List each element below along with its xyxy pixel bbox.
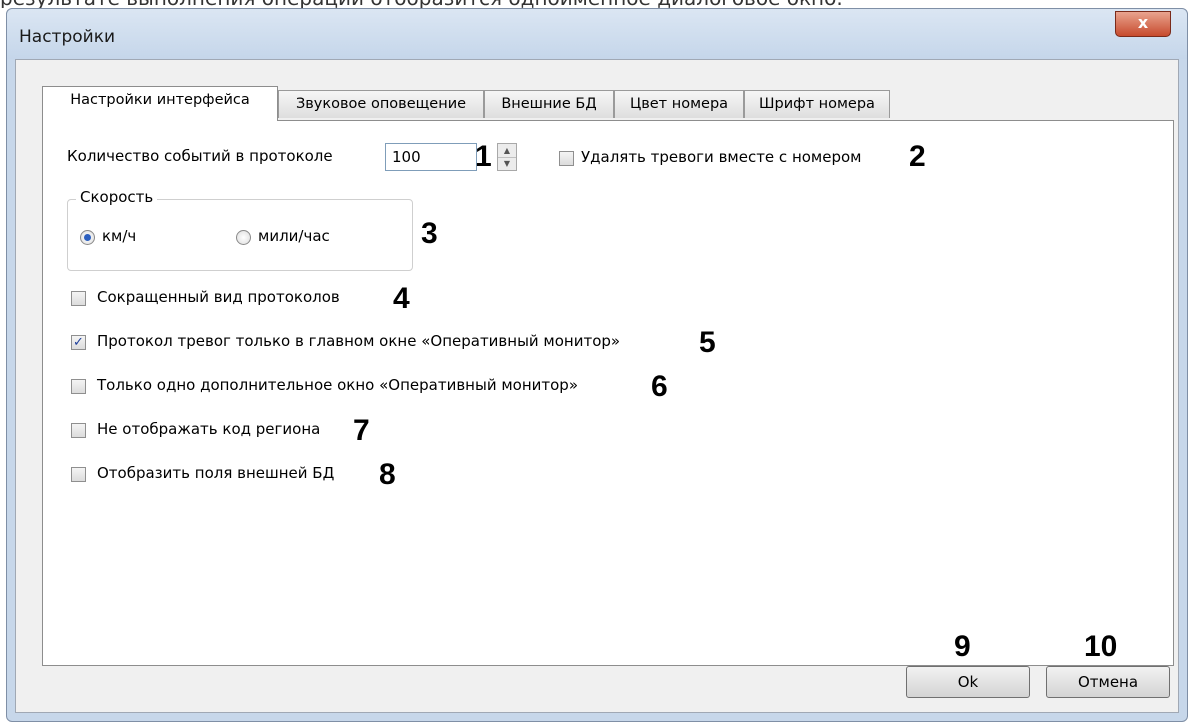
cancel-button[interactable]: Отмена <box>1046 666 1170 698</box>
hide-region-code-label: Не отображать код региона <box>97 420 321 438</box>
callout-3: 3 <box>421 217 438 250</box>
hide-region-code-checkbox[interactable] <box>71 423 86 438</box>
speed-mph-label: мили/час <box>258 227 330 245</box>
alarm-protocol-main-checkbox[interactable]: ✓ <box>71 335 86 350</box>
tab-sound-alerts[interactable]: Звуковое оповещение <box>278 90 484 118</box>
callout-8: 8 <box>379 458 396 491</box>
callout-10: 10 <box>1084 630 1118 663</box>
callout-2: 2 <box>909 140 926 173</box>
show-external-db-fields-checkbox[interactable] <box>71 467 86 482</box>
tab-external-db[interactable]: Внешние БД <box>484 90 614 118</box>
speed-kmh-label: км/ч <box>102 227 137 245</box>
single-extra-window-checkbox[interactable] <box>71 379 86 394</box>
events-count-label: Количество событий в протоколе <box>67 147 333 165</box>
callout-7: 7 <box>353 414 370 447</box>
callout-9: 9 <box>954 630 971 663</box>
callout-4: 4 <box>393 282 410 315</box>
tab-interface-settings[interactable]: Настройки интерфейса <box>42 86 278 121</box>
spin-down-icon[interactable]: ▼ <box>498 157 516 170</box>
spin-up-icon[interactable]: ▲ <box>498 144 516 158</box>
speed-kmh-radio[interactable] <box>80 230 95 245</box>
tab-panel-interface: Количество событий в протоколе 1 ▲ ▼ Уда… <box>42 120 1174 666</box>
show-external-db-fields-label: Отобразить поля внешней БД <box>97 464 335 482</box>
events-count-input[interactable] <box>385 143 477 171</box>
ok-button[interactable]: Ok <box>906 666 1030 698</box>
speed-group-label: Скорость <box>76 188 158 206</box>
alarm-protocol-main-label: Протокол тревог только в главном окне «О… <box>97 332 621 350</box>
window-title: Настройки <box>19 27 116 47</box>
speed-mph-radio[interactable] <box>236 230 251 245</box>
close-icon: x <box>1137 13 1149 32</box>
tab-number-font[interactable]: Шрифт номера <box>744 90 890 118</box>
callout-6: 6 <box>651 370 668 403</box>
short-protocol-label: Сокращенный вид протоколов <box>97 288 340 306</box>
tab-number-color[interactable]: Цвет номера <box>614 90 744 118</box>
delete-alarms-label: Удалять тревоги вместе с номером <box>581 148 862 166</box>
short-protocol-checkbox[interactable] <box>71 291 86 306</box>
settings-dialog: Настройки x Настройки интерфейса Звуково… <box>6 8 1188 722</box>
callout-5: 5 <box>699 326 716 359</box>
title-bar: Настройки x <box>7 9 1187 59</box>
single-extra-window-label: Только одно дополнительное окно «Операти… <box>97 376 579 394</box>
delete-alarms-checkbox[interactable] <box>559 151 574 166</box>
close-button[interactable]: x <box>1115 11 1171 37</box>
dialog-client-area: Настройки интерфейса Звуковое оповещение… <box>15 59 1179 713</box>
speed-groupbox: Скорость км/ч мили/час <box>67 188 413 271</box>
events-count-spinner[interactable]: ▲ ▼ <box>497 143 517 171</box>
document-caption: результате выполнения операции отобразит… <box>0 0 1194 8</box>
callout-1: 1 <box>475 140 492 173</box>
